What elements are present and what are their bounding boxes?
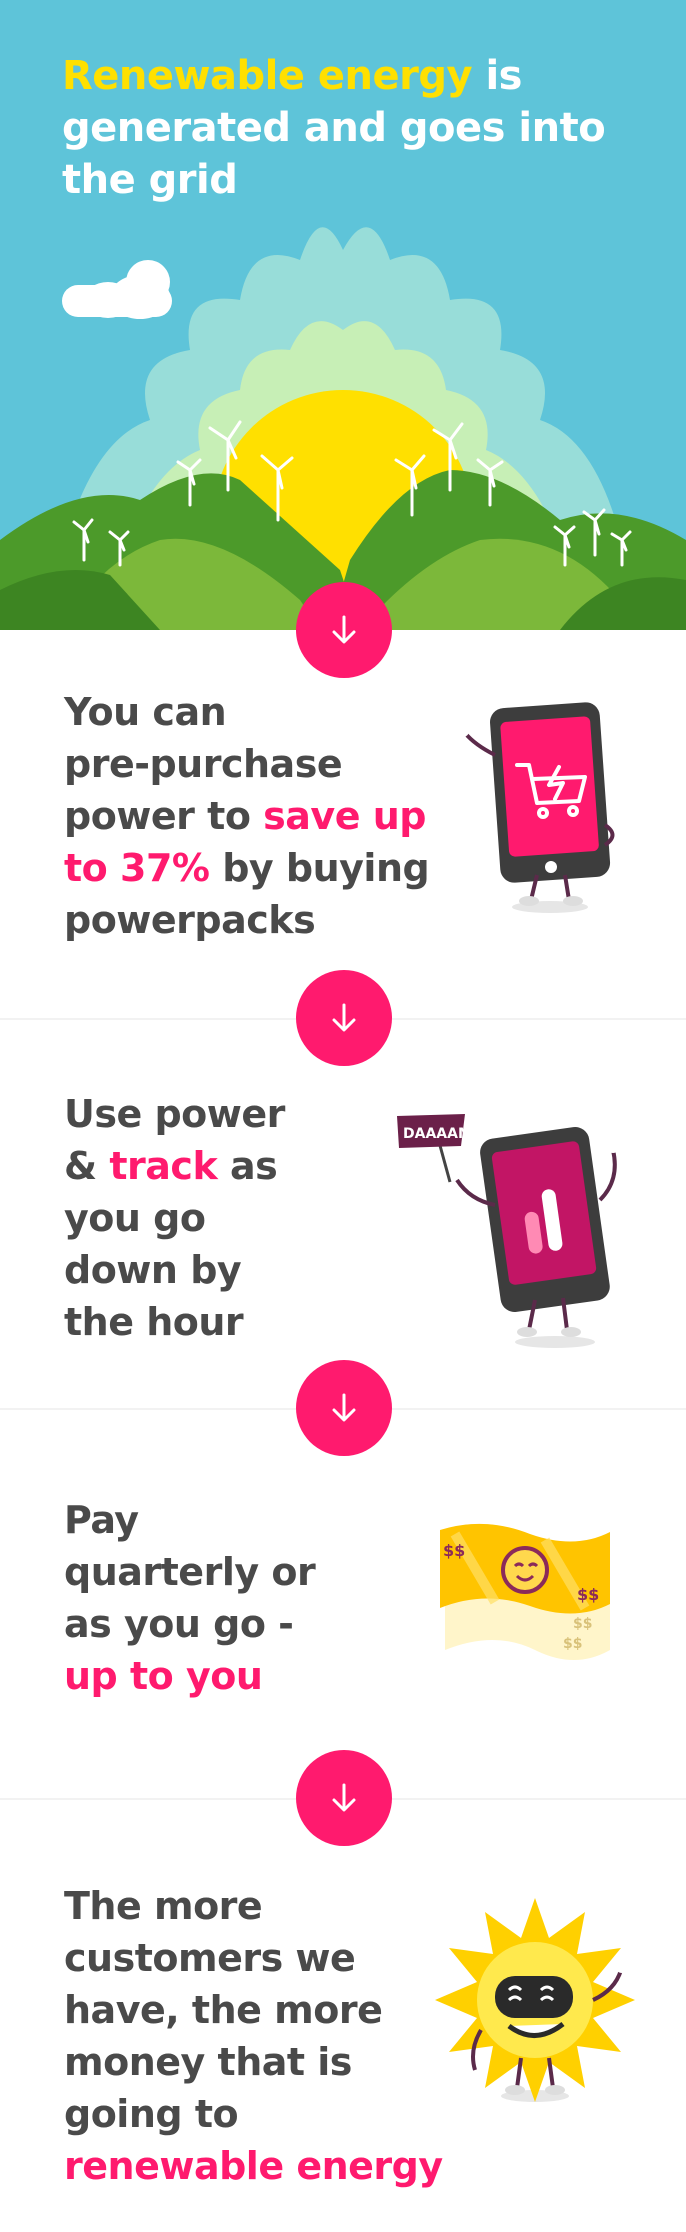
hero-title-line3: the grid xyxy=(62,157,238,203)
hero-title-line1-rest: is xyxy=(472,53,522,99)
step-4-line3: have, the more xyxy=(64,1988,383,2032)
step-2-line3: you go xyxy=(64,1196,206,1240)
step-pay-options-text: Pay quarterly or as you go - up to you xyxy=(64,1494,316,1702)
infographic-page: Renewable energy is generated and goes in… xyxy=(0,0,686,2232)
step-1-line4: by buying xyxy=(209,846,430,890)
step-2-highlight: track xyxy=(109,1144,218,1188)
step-renewable-impact-text: The more customers we have, the more mon… xyxy=(64,1880,443,2192)
step-2-line5: the hour xyxy=(64,1300,244,1344)
step-renewable-impact: The more customers we have, the more mon… xyxy=(0,1800,686,2232)
hero-title-highlight: Renewable energy xyxy=(62,53,473,99)
step-3-line2: quarterly or xyxy=(64,1550,316,1594)
bill-symbol-left: $$ xyxy=(443,1541,465,1560)
phone-cart-mascot xyxy=(457,702,615,913)
step-pay-options: Pay quarterly or as you go - up to you $… xyxy=(0,1410,686,1798)
phone-bars-mascot: DAAAAM xyxy=(397,1114,620,1348)
step-4-line1: The more xyxy=(64,1884,263,1928)
step-1-line1: You can xyxy=(64,690,227,734)
flag-text: DAAAAM xyxy=(403,1126,472,1142)
step-1-highlight-b: to 37% xyxy=(64,846,210,890)
cloud-icon xyxy=(62,260,172,319)
step-4-line4: money that is xyxy=(64,2040,352,2084)
bill-symbol-faded-a: $$ xyxy=(573,1616,592,1632)
step-track-usage-text: Use power & track as you go down by the … xyxy=(64,1088,285,1348)
step-track-usage: Use power & track as you go down by the … xyxy=(0,1020,686,1408)
sun-mascot xyxy=(435,1898,635,2102)
step-3-line3: as you go - xyxy=(64,1602,294,1646)
step-4-line2: customers we xyxy=(64,1936,356,1980)
hero-title-line2: generated and goes into xyxy=(62,105,606,151)
step-prepurchase-text: You can pre-purchase power to save up to… xyxy=(64,686,430,946)
step-1-line2: pre-purchase xyxy=(64,742,343,786)
step-2-line4: down by xyxy=(64,1248,242,1292)
step-1-highlight-a: save up xyxy=(263,794,426,838)
bill-symbol-faded-b: $$ xyxy=(563,1636,582,1652)
step-4-highlight: renewable energy xyxy=(64,2144,443,2188)
bill-symbol-right: $$ xyxy=(577,1585,599,1604)
hero-section: Renewable energy is generated and goes in… xyxy=(0,0,686,630)
step-2-line2a: & xyxy=(64,1144,110,1188)
step-2-line2b: as xyxy=(217,1144,278,1188)
banknote-mascot: $$ $$ $$ $$ xyxy=(440,1523,610,1660)
hero-title: Renewable energy is generated and goes in… xyxy=(62,50,622,206)
step-1-line5: powerpacks xyxy=(64,898,316,942)
arrow-down-icon xyxy=(296,582,392,678)
step-1-line3: power to xyxy=(64,794,264,838)
arrow-down-icon xyxy=(296,970,392,1066)
step-4-line5: going to xyxy=(64,2092,239,2136)
step-2-line1: Use power xyxy=(64,1092,285,1136)
arrow-down-icon xyxy=(296,1750,392,1846)
arrow-down-icon xyxy=(296,1360,392,1456)
step-3-highlight: up to you xyxy=(64,1654,263,1698)
step-prepurchase: You can pre-purchase power to save up to… xyxy=(0,630,686,1018)
step-3-line1: Pay xyxy=(64,1498,139,1542)
